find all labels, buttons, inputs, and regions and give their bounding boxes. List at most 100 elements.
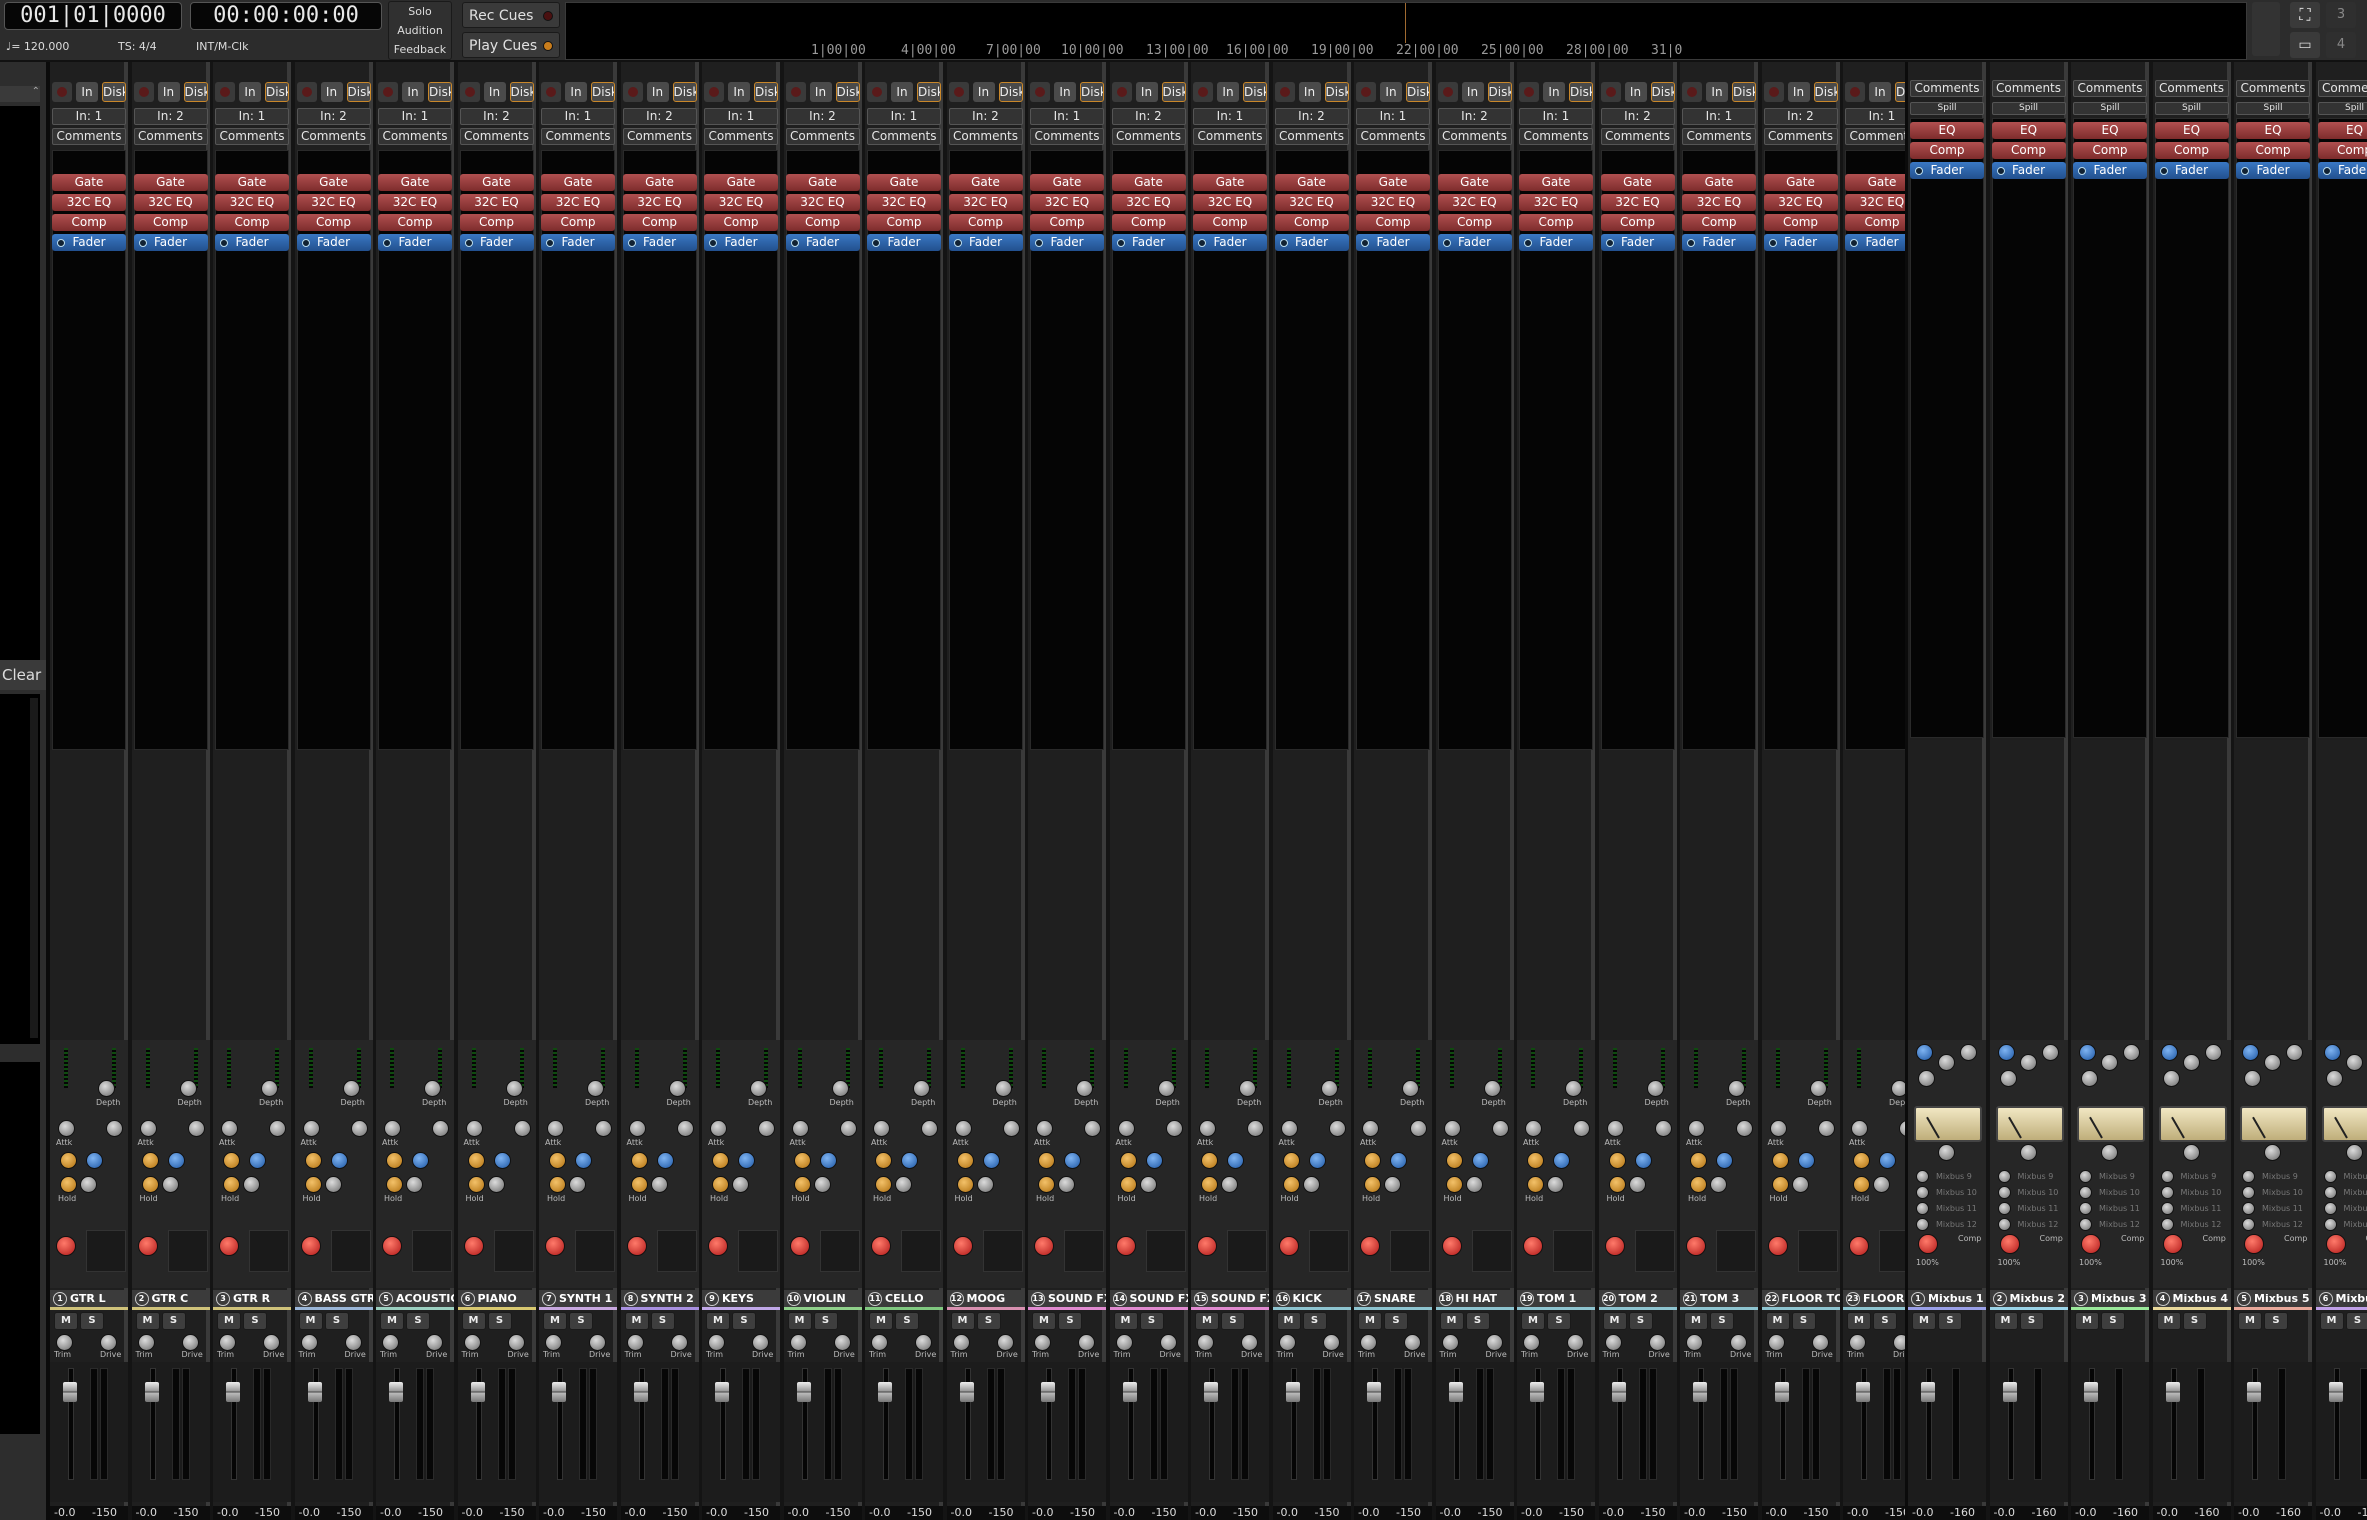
hpf-knob[interactable] — [2081, 1070, 2098, 1087]
sidechain-knob[interactable] — [738, 1152, 755, 1169]
send-knob[interactable] — [2242, 1186, 2255, 1199]
release-knob[interactable] — [406, 1176, 423, 1193]
strip-name-button[interactable]: 2 GTR C — [131, 1290, 210, 1310]
input-selector-button[interactable]: In: 1 — [52, 108, 126, 125]
input-monitor-button[interactable]: In — [891, 82, 913, 102]
send-knob[interactable] — [1916, 1202, 1929, 1215]
attack-knob[interactable] — [1364, 1152, 1381, 1169]
strip-name-button[interactable]: 6 PIANO — [457, 1290, 536, 1310]
spill-button[interactable]: Spill — [2073, 102, 2147, 115]
solo-button[interactable]: S — [650, 1312, 675, 1330]
trim-knob[interactable] — [1767, 1334, 1785, 1351]
trim-knob[interactable] — [708, 1236, 728, 1256]
disk-monitor-button[interactable]: Disk — [1732, 82, 1756, 102]
processor-box[interactable] — [1910, 118, 1984, 738]
strip-name-button[interactable]: 16 KICK — [1272, 1290, 1351, 1310]
gain-readout[interactable]: -0.0 — [1766, 1506, 1787, 1519]
trim-knob[interactable] — [1197, 1334, 1214, 1351]
hold-knob[interactable] — [1771, 1176, 1789, 1193]
comments-button[interactable]: Comments — [1910, 80, 1984, 97]
comments-button[interactable]: Comments — [1030, 128, 1104, 145]
peak-readout[interactable]: -160 — [2195, 1506, 2220, 1519]
hold-knob[interactable] — [1282, 1176, 1300, 1193]
attack-knob[interactable] — [1119, 1152, 1137, 1169]
input-monitor-button[interactable]: In — [157, 82, 180, 102]
drive-knob[interactable] — [1404, 1334, 1421, 1351]
trim-knob[interactable] — [708, 1334, 725, 1351]
gain-readout[interactable]: -0.0 — [299, 1506, 320, 1519]
trim-knob[interactable] — [626, 1334, 644, 1351]
fader-handle[interactable] — [144, 1382, 159, 1402]
comments-button[interactable]: Comments — [2073, 80, 2147, 97]
hysteresis-knob[interactable] — [1606, 1120, 1624, 1137]
drive-knob[interactable] — [100, 1334, 117, 1351]
gain-readout[interactable]: -0.0 — [1195, 1506, 1216, 1519]
ratio-knob[interactable] — [1165, 1120, 1183, 1137]
attack-knob[interactable] — [549, 1152, 566, 1169]
trim-knob[interactable] — [2081, 1234, 2101, 1254]
peak-readout[interactable]: -150 — [989, 1506, 1014, 1519]
ratio-knob[interactable] — [1002, 1120, 1020, 1137]
input-selector-button[interactable]: In: 1 — [1356, 108, 1430, 125]
comments-button[interactable]: Comments — [1193, 128, 1267, 145]
send-knob[interactable] — [2079, 1218, 2092, 1231]
strip-name-button[interactable]: 4 BASS GTR — [294, 1290, 373, 1310]
send-knob[interactable] — [1997, 1218, 2011, 1231]
ratio-knob[interactable] — [350, 1120, 368, 1137]
fader-handle[interactable] — [1611, 1382, 1626, 1402]
depth-knob[interactable] — [1646, 1080, 1664, 1097]
fader-processor[interactable]: Fader — [948, 234, 1023, 251]
strip-name-button[interactable]: 18 HI HAT — [1435, 1290, 1514, 1310]
attack-knob[interactable] — [1201, 1152, 1218, 1169]
mute-button[interactable]: M — [1602, 1312, 1627, 1330]
comments-button[interactable]: Comments — [704, 128, 778, 145]
input-selector-button[interactable]: In: 1 — [541, 108, 615, 125]
peak-readout[interactable]: -150 — [1641, 1506, 1666, 1519]
attack-knob[interactable] — [1445, 1152, 1463, 1169]
depth-knob[interactable] — [1076, 1080, 1093, 1097]
fader-processor[interactable]: Fader — [785, 234, 860, 251]
gain-readout[interactable]: -0.0 — [1847, 1506, 1868, 1519]
solo-button[interactable]: S — [1384, 1312, 1408, 1330]
hold-knob[interactable] — [1201, 1176, 1218, 1193]
sidechain-knob[interactable] — [575, 1152, 592, 1169]
disk-monitor-button[interactable]: Disk — [591, 82, 615, 102]
spill-button[interactable]: Spill — [1910, 102, 1984, 115]
record-arm-button[interactable] — [133, 82, 154, 102]
release-knob[interactable] — [732, 1176, 749, 1193]
disk-monitor-button[interactable]: Disk — [1161, 82, 1186, 102]
crop-icon[interactable]: ⛶ — [2290, 2, 2320, 28]
send-knob[interactable] — [1997, 1186, 2011, 1199]
gain-readout[interactable]: -0.0 — [1603, 1506, 1624, 1519]
plugin-gate[interactable]: Gate — [1030, 174, 1104, 191]
input-selector-button[interactable]: In: 2 — [296, 108, 371, 125]
comments-button[interactable]: Comments — [133, 128, 208, 145]
fader-processor[interactable]: Fader — [622, 234, 697, 251]
ratio-knob[interactable] — [432, 1120, 449, 1137]
trim-knob[interactable] — [2325, 1234, 2346, 1254]
plugin-comp[interactable]: Comp — [622, 214, 697, 231]
sidechain-knob[interactable] — [86, 1152, 103, 1169]
eq-mid-knob[interactable] — [2101, 1054, 2118, 1071]
disk-monitor-button[interactable]: Disk — [1080, 82, 1104, 102]
fader-handle[interactable] — [1774, 1382, 1789, 1402]
fader-handle[interactable] — [1041, 1382, 1055, 1402]
comments-button[interactable]: Comments — [1600, 128, 1675, 145]
peak-readout[interactable]: -150 — [500, 1506, 525, 1519]
trim-knob[interactable] — [1523, 1236, 1543, 1256]
fader-processor[interactable]: Fader — [1763, 234, 1838, 251]
gain-readout[interactable]: -0.0 — [1521, 1506, 1542, 1519]
fader-handle[interactable] — [633, 1382, 648, 1402]
strip-name-button[interactable]: 13 SOUND FX — [1028, 1290, 1106, 1310]
attack-knob[interactable] — [141, 1152, 159, 1169]
fader-handle[interactable] — [2084, 1382, 2098, 1402]
fader-processor[interactable]: Fader — [1600, 234, 1675, 251]
input-selector-button[interactable]: In: 2 — [133, 108, 208, 125]
trim-knob[interactable] — [1523, 1334, 1540, 1351]
hysteresis-knob[interactable] — [465, 1120, 483, 1137]
mute-button[interactable]: M — [1765, 1312, 1790, 1330]
hpf-knob[interactable] — [1918, 1070, 1935, 1087]
solo-button[interactable]: S — [1938, 1312, 1962, 1330]
ratio-knob[interactable] — [1328, 1120, 1346, 1137]
plugin-comp[interactable]: Comp — [1111, 214, 1186, 231]
